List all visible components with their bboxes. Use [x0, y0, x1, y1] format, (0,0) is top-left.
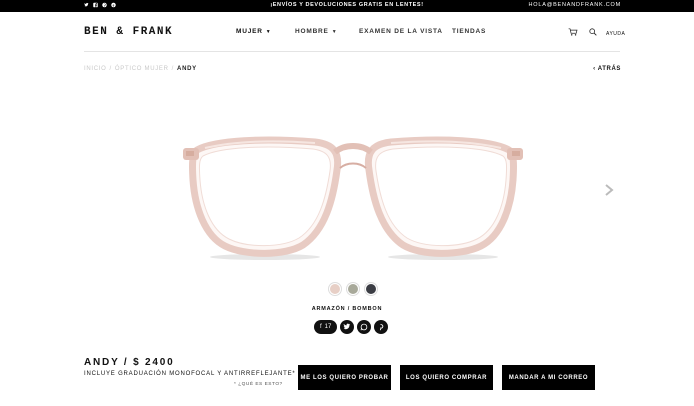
breadcrumb-category[interactable]: ÓPTICO MUJER — [115, 66, 169, 72]
swatch-bombon[interactable] — [329, 283, 341, 295]
pinterest-share-button[interactable] — [374, 320, 389, 334]
facebook-icon: f — [320, 324, 322, 330]
whatsapp-share-button[interactable] — [357, 320, 372, 334]
nav-item-tiendas[interactable]: TIENDAS — [452, 28, 486, 35]
frame-color-label: ARMAZÓN / BOMBON — [311, 306, 383, 312]
product-description: INCLUYE GRADUACIÓN MONOFOCAL Y ANTIRREFL… — [84, 371, 296, 377]
nav-label: MUJER — [236, 28, 263, 35]
buy-button[interactable]: LOS QUIERO COMPRAR — [400, 365, 493, 390]
brand-logo[interactable]: BEN & FRANK — [84, 26, 173, 38]
chevron-down-icon: ▼ — [331, 29, 338, 35]
nav-item-mujer[interactable]: MUJER ▼ — [236, 28, 272, 35]
header-divider — [84, 51, 620, 52]
product-title-price: ANDY / $ 2400 — [84, 357, 175, 368]
nav-label: HOMBRE — [295, 28, 329, 35]
back-link[interactable]: ‹ ATRÁS — [593, 66, 621, 72]
share-buttons: f 17 — [314, 320, 389, 334]
color-swatches — [329, 283, 377, 295]
twitter-share-button[interactable] — [340, 320, 355, 334]
swatch-olive[interactable] — [347, 283, 359, 295]
breadcrumb: INICIO / ÓPTICO MUJER / ANDY — [84, 66, 197, 72]
contact-email-link[interactable]: HOLA@BENANDFRANK.COM — [529, 2, 621, 8]
help-link[interactable]: AYUDA — [606, 31, 625, 37]
breadcrumb-separator: / — [171, 66, 175, 72]
try-on-button[interactable]: ME LOS QUIERO PROBAR — [298, 365, 391, 390]
breadcrumb-home[interactable]: INICIO — [84, 66, 107, 72]
back-label: ATRÁS — [597, 66, 621, 72]
nav-item-hombre[interactable]: HOMBRE ▼ — [295, 28, 337, 35]
twitter-icon — [344, 323, 351, 330]
what-is-this-link[interactable]: * ¿QUÉ ES ESTO? — [234, 382, 283, 387]
search-icon[interactable] — [589, 28, 597, 36]
facebook-share-count: 17 — [324, 324, 332, 330]
nav-item-examen[interactable]: EXAMEN DE LA VISTA — [359, 28, 443, 35]
pinterest-icon — [380, 324, 384, 331]
breadcrumb-current: ANDY — [177, 66, 197, 72]
cart-icon[interactable] — [568, 28, 578, 36]
swatch-dark[interactable] — [365, 283, 377, 295]
next-image-arrow-icon[interactable] — [604, 184, 614, 196]
chevron-left-icon: ‹ — [593, 66, 596, 72]
facebook-share-button[interactable]: f 17 — [314, 320, 338, 334]
email-me-button[interactable]: MANDAR A MI CORREO — [502, 365, 595, 390]
nav-label: EXAMEN DE LA VISTA — [359, 28, 443, 35]
chevron-down-icon: ▼ — [265, 29, 272, 35]
breadcrumb-separator: / — [109, 66, 112, 72]
product-image-glasses — [183, 136, 523, 260]
top-bar: g ¡ENVÍOS Y DEVOLUCIONES GRATIS EN LENTE… — [0, 0, 694, 12]
nav-label: TIENDAS — [452, 28, 487, 35]
whatsapp-icon — [360, 323, 368, 331]
